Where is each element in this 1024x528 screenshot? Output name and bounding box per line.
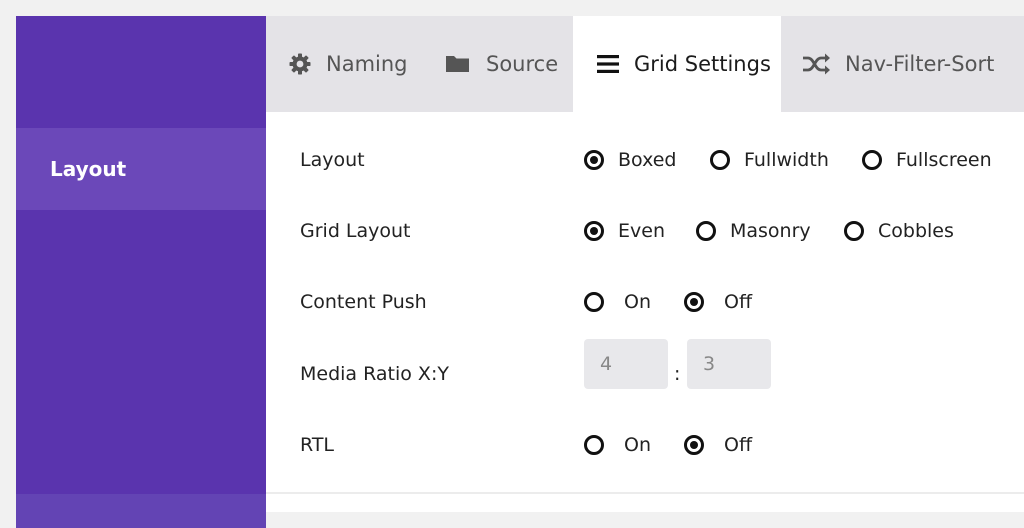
option-label: Off (724, 291, 753, 313)
option-label: Masonry (730, 220, 811, 242)
radio-option-fullwidth[interactable]: Fullwidth (710, 140, 829, 180)
tab-naming[interactable]: Naming (288, 16, 408, 112)
tab-label: Naming (326, 52, 408, 76)
radio-checked-icon[interactable] (684, 435, 704, 455)
setting-label: Grid Layout (300, 220, 411, 242)
ratio-separator: : (674, 363, 681, 385)
setting-row-media-ratio: Media Ratio X:Y : (266, 339, 1024, 394)
option-label: Cobbles (878, 220, 954, 242)
tab-source[interactable]: Source (444, 16, 558, 112)
option-label: Fullwidth (744, 149, 829, 171)
menu-icon (596, 53, 620, 75)
setting-label: RTL (300, 434, 335, 456)
tab-label: Grid Settings (634, 52, 771, 76)
radio-unchecked-icon[interactable] (584, 292, 604, 312)
radio-option-even[interactable]: Even (584, 211, 665, 251)
option-label: Off (724, 434, 753, 456)
tab-nav-filter-sort[interactable]: Nav-Filter-Sort (801, 16, 994, 112)
setting-row-content-push: Content Push On Off (266, 282, 1024, 322)
radio-checked-icon[interactable] (684, 292, 704, 312)
option-label: Even (618, 220, 665, 242)
radio-option-cobbles[interactable]: Cobbles (844, 211, 954, 251)
sidebar: Layout (16, 16, 266, 528)
option-label: On (624, 291, 651, 313)
setting-row-rtl: RTL On Off (266, 425, 1024, 465)
setting-label: Layout (300, 149, 365, 171)
tab-label: Nav-Filter-Sort (845, 52, 995, 76)
radio-option-off[interactable]: Off (684, 425, 752, 465)
option-label: Fullscreen (896, 149, 992, 171)
ratio-x-input[interactable] (584, 339, 668, 389)
sidebar-item-next[interactable] (16, 494, 266, 528)
radio-unchecked-icon[interactable] (710, 150, 730, 170)
ratio-y-input[interactable] (687, 339, 771, 389)
radio-unchecked-icon[interactable] (844, 221, 864, 241)
radio-option-boxed[interactable]: Boxed (584, 140, 676, 180)
radio-checked-icon[interactable] (584, 150, 604, 170)
gear-icon (288, 52, 312, 76)
radio-option-off[interactable]: Off (684, 282, 752, 322)
radio-checked-icon[interactable] (584, 221, 604, 241)
setting-label: Media Ratio X:Y (300, 363, 449, 385)
divider (266, 492, 1024, 494)
radio-option-on[interactable]: On (584, 282, 651, 322)
option-label: Boxed (618, 149, 677, 171)
radio-option-on[interactable]: On (584, 425, 651, 465)
tab-grid-settings[interactable]: Grid Settings (573, 16, 781, 112)
setting-row-grid-layout: Grid Layout Even Masonry Cobbles (266, 211, 1024, 251)
folder-icon (444, 52, 472, 76)
option-label: On (624, 434, 651, 456)
radio-unchecked-icon[interactable] (584, 435, 604, 455)
sidebar-item-label: Layout (50, 157, 127, 181)
tab-bar: Naming Source Grid Settings Nav-Filter-S… (266, 16, 1024, 112)
radio-option-fullscreen[interactable]: Fullscreen (862, 140, 992, 180)
radio-unchecked-icon[interactable] (696, 221, 716, 241)
shuffle-icon (801, 52, 831, 76)
sidebar-item-layout[interactable]: Layout (16, 128, 266, 210)
tab-label: Source (486, 52, 559, 76)
radio-option-masonry[interactable]: Masonry (696, 211, 811, 251)
setting-row-layout: Layout Boxed Fullwidth Fullscreen (266, 140, 1024, 180)
settings-panel: Layout Boxed Fullwidth Fullscreen Grid L… (266, 112, 1024, 512)
setting-label: Content Push (300, 291, 427, 313)
radio-unchecked-icon[interactable] (862, 150, 882, 170)
